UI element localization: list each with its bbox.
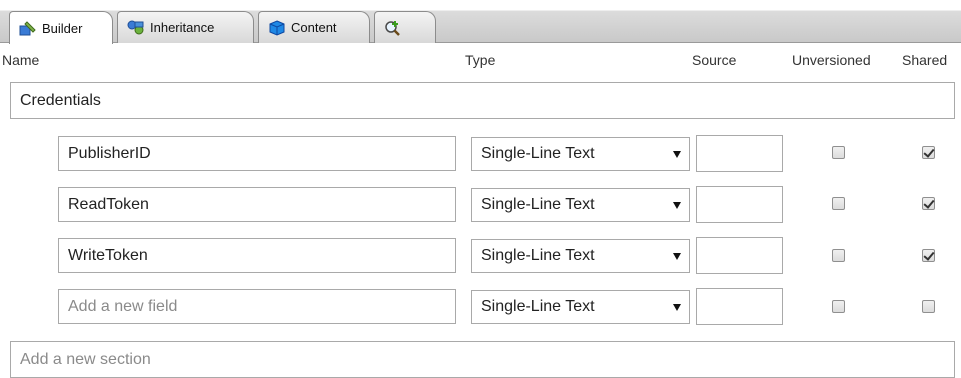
column-header-type: Type — [465, 52, 496, 68]
tab-content-label: Content — [291, 20, 337, 35]
shared-checkbox[interactable] — [922, 249, 935, 262]
search-add-icon — [384, 20, 402, 36]
unversioned-checkbox[interactable] — [832, 300, 845, 313]
tab-builder[interactable]: Builder — [9, 11, 113, 44]
dropdown-arrow-icon — [673, 151, 681, 158]
field-source-input[interactable] — [696, 237, 783, 274]
field-type-value: Single-Line Text — [481, 247, 595, 264]
field-name-input[interactable]: WriteToken — [58, 238, 456, 273]
field-type-select[interactable]: Single-Line Text — [471, 137, 690, 171]
field-source-input[interactable] — [696, 135, 783, 172]
unversioned-checkbox[interactable] — [832, 197, 845, 210]
field-type-value: Single-Line Text — [481, 298, 595, 315]
dropdown-arrow-icon — [673, 253, 681, 260]
field-type-value: Single-Line Text — [481, 196, 595, 213]
tab-inheritance-label: Inheritance — [150, 20, 215, 35]
field-type-select[interactable]: Single-Line Text — [471, 239, 690, 273]
column-header-name: Name — [2, 52, 40, 68]
field-type-select[interactable]: Single-Line Text — [471, 188, 690, 222]
new-field-input[interactable]: Add a new field — [58, 289, 456, 324]
tab-inheritance[interactable]: Inheritance — [117, 11, 254, 43]
column-header-unversioned: Unversioned — [792, 52, 871, 68]
new-field-source-input[interactable] — [696, 288, 783, 325]
tab-builder-label: Builder — [42, 20, 83, 36]
inheritance-icon — [127, 20, 145, 36]
tab-content[interactable]: Content — [258, 11, 370, 43]
tab-strip: Builder Inheritance Content — [0, 0, 961, 44]
field-name-input[interactable]: ReadToken — [58, 187, 456, 222]
shared-checkbox[interactable] — [922, 197, 935, 210]
new-field-type-select[interactable]: Single-Line Text — [471, 290, 690, 324]
unversioned-checkbox[interactable] — [832, 146, 845, 159]
unversioned-checkbox[interactable] — [832, 249, 845, 262]
field-source-input[interactable] — [696, 186, 783, 223]
content-icon — [268, 19, 286, 36]
shared-checkbox[interactable] — [922, 146, 935, 159]
column-header-shared: Shared — [902, 52, 948, 68]
field-name-input[interactable]: PublisherID — [58, 136, 456, 171]
shared-checkbox[interactable] — [922, 300, 935, 313]
builder-icon — [19, 20, 37, 36]
new-section-input[interactable]: Add a new section — [10, 341, 955, 378]
field-type-value: Single-Line Text — [481, 145, 595, 162]
dropdown-arrow-icon — [673, 304, 681, 311]
section-name-input[interactable]: Credentials — [10, 82, 955, 119]
column-header-source: Source — [692, 52, 737, 68]
dropdown-arrow-icon — [673, 202, 681, 209]
tab-search-add[interactable] — [374, 11, 436, 43]
